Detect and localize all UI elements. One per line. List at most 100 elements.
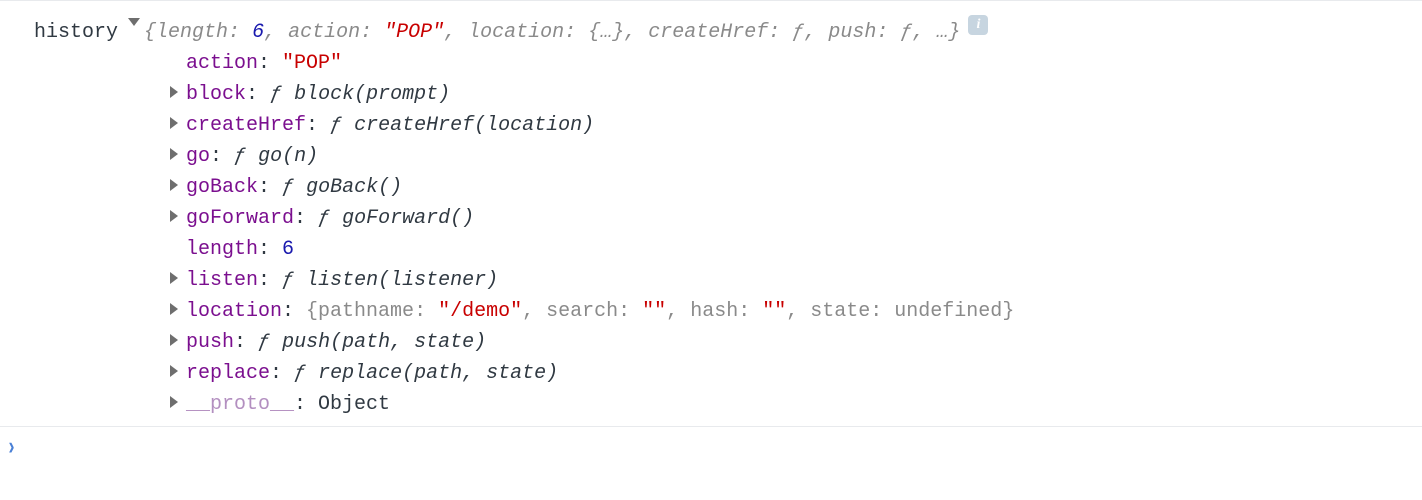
loc-value-undefined: undefined [894, 300, 1002, 323]
colon: : [294, 207, 318, 230]
prop-key: goForward [186, 207, 294, 230]
fn-signature: createHref(location) [354, 114, 594, 137]
expand-icon[interactable] [170, 86, 178, 98]
separator: , [786, 300, 810, 323]
colon: : [258, 238, 282, 261]
loc-key: hash: [690, 300, 750, 323]
preview-key: action: [288, 21, 372, 44]
colon: : [210, 145, 234, 168]
prop-key-proto: __proto__ [186, 393, 294, 416]
preview-key: length: [156, 21, 240, 44]
colon: : [246, 83, 270, 106]
property-replace[interactable]: replace: ƒ replace(path, state) [170, 358, 1422, 389]
fn-glyph: ƒ [282, 176, 294, 199]
property-proto[interactable]: __proto__: Object [170, 389, 1422, 420]
property-goForward[interactable]: goForward: ƒ goForward() [170, 203, 1422, 234]
property-block[interactable]: block: ƒ block(prompt) [170, 79, 1422, 110]
location-preview: {pathname: "/demo", search: "", hash: ""… [306, 300, 1014, 323]
console-log-entry: history {length: 6, action: "POP", locat… [0, 0, 1422, 474]
fn-glyph: ƒ [282, 269, 294, 292]
prop-key: push [186, 331, 234, 354]
colon: : [270, 362, 294, 385]
preview-value-number: 6 [252, 21, 264, 44]
expand-icon[interactable] [170, 117, 178, 129]
prop-key: listen [186, 269, 258, 292]
preview-ellipsis: … [936, 21, 948, 44]
object-preview[interactable]: {length: 6, action: "POP", location: {…}… [144, 17, 960, 48]
prop-value-string: "POP" [282, 52, 342, 75]
expand-icon[interactable] [170, 365, 178, 377]
fn-signature: go(n) [258, 145, 318, 168]
prop-key: block [186, 83, 246, 106]
object-preview-line[interactable]: history {length: 6, action: "POP", locat… [0, 17, 1422, 48]
preview-value-object: {…} [588, 21, 624, 44]
expand-toggle-icon[interactable] [128, 18, 140, 26]
fn-glyph: ƒ [294, 362, 306, 385]
loc-key: search: [546, 300, 630, 323]
colon: : [258, 269, 282, 292]
prop-key: length [186, 238, 258, 261]
loc-value-string: "/demo" [438, 300, 522, 323]
colon: : [258, 176, 282, 199]
separator: , [624, 21, 648, 44]
prop-key: goBack [186, 176, 258, 199]
fn-signature: replace(path, state) [318, 362, 558, 385]
expand-icon[interactable] [170, 148, 178, 160]
console-prompt-line[interactable]: › [0, 426, 1422, 474]
separator: , [264, 21, 288, 44]
fn-signature: push(path, state) [282, 331, 486, 354]
loc-value-string: "" [762, 300, 786, 323]
property-goBack[interactable]: goBack: ƒ goBack() [170, 172, 1422, 203]
expand-icon[interactable] [170, 272, 178, 284]
fn-glyph: ƒ [318, 207, 330, 230]
brace-open: { [306, 300, 318, 323]
prop-key: replace [186, 362, 270, 385]
expand-icon[interactable] [170, 210, 178, 222]
info-icon[interactable]: i [968, 15, 988, 35]
brace-close: } [1002, 300, 1014, 323]
property-length[interactable]: length: 6 [170, 234, 1422, 265]
colon: : [306, 114, 330, 137]
colon: : [294, 393, 318, 416]
expand-icon[interactable] [170, 334, 178, 346]
property-location[interactable]: location: {pathname: "/demo", search: ""… [170, 296, 1422, 327]
colon: : [258, 52, 282, 75]
preview-value-fn: ƒ [792, 21, 804, 44]
variable-name: history [34, 17, 128, 48]
brace-close: } [948, 21, 960, 44]
property-go[interactable]: go: ƒ go(n) [170, 141, 1422, 172]
separator: , [804, 21, 828, 44]
object-tree: action: "POP" block: ƒ block(prompt) cre… [0, 48, 1422, 420]
separator: , [522, 300, 546, 323]
loc-key: pathname: [318, 300, 426, 323]
fn-signature: goBack() [306, 176, 402, 199]
expand-icon[interactable] [170, 396, 178, 408]
separator: , [444, 21, 468, 44]
expand-icon[interactable] [170, 179, 178, 191]
prompt-chevron-icon: › [6, 430, 17, 469]
fn-glyph: ƒ [258, 331, 270, 354]
fn-signature: listen(listener) [306, 269, 498, 292]
fn-glyph: ƒ [270, 83, 282, 106]
colon: : [234, 331, 258, 354]
brace-open: { [144, 21, 156, 44]
colon: : [282, 300, 306, 323]
loc-value-string: "" [642, 300, 666, 323]
prop-key: location [186, 300, 282, 323]
expand-icon[interactable] [170, 303, 178, 315]
property-listen[interactable]: listen: ƒ listen(listener) [170, 265, 1422, 296]
preview-value-string: "POP" [384, 21, 444, 44]
fn-glyph: ƒ [330, 114, 342, 137]
prop-key: go [186, 145, 210, 168]
prop-key: createHref [186, 114, 306, 137]
property-push[interactable]: push: ƒ push(path, state) [170, 327, 1422, 358]
fn-signature: goForward() [342, 207, 474, 230]
preview-key: createHref: [648, 21, 780, 44]
prop-value-number: 6 [282, 238, 294, 261]
property-action[interactable]: action: "POP" [170, 48, 1422, 79]
separator: , [912, 21, 936, 44]
preview-value-fn: ƒ [900, 21, 912, 44]
property-createHref[interactable]: createHref: ƒ createHref(location) [170, 110, 1422, 141]
preview-key: push: [828, 21, 888, 44]
preview-key: location: [468, 21, 576, 44]
